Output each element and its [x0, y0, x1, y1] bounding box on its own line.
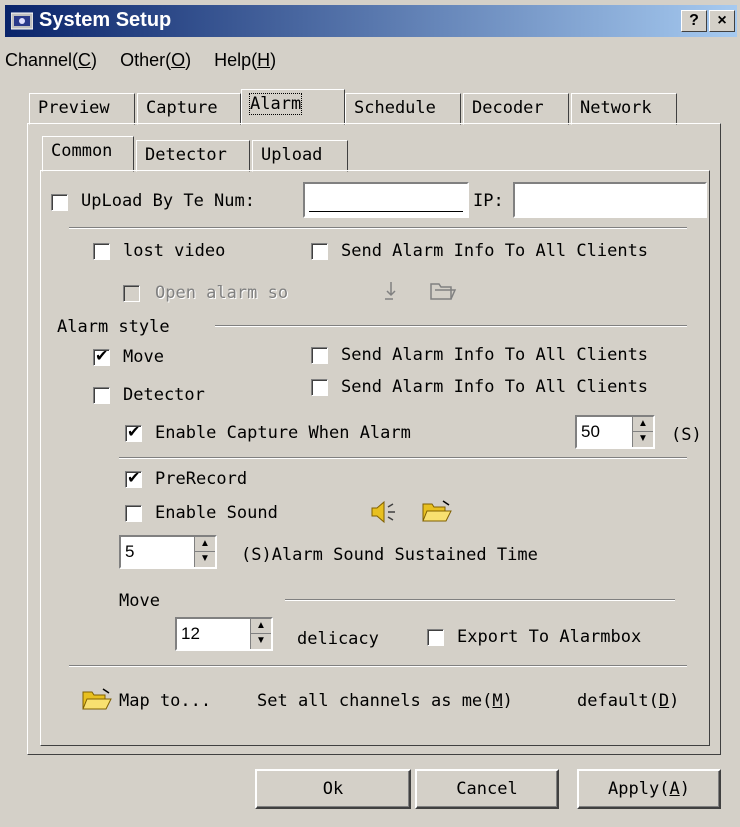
- capture-seconds-spinner[interactable]: 50 ▲ ▼: [575, 415, 655, 449]
- open-alarm-sound-checkbox[interactable]: [123, 285, 140, 302]
- map-folder-icon[interactable]: [81, 687, 113, 713]
- spin-down-icon[interactable]: ▼: [251, 634, 271, 648]
- move-label: Move: [123, 347, 164, 367]
- ip-label: IP:: [473, 191, 504, 211]
- prerecord-label: PreRecord: [155, 469, 248, 489]
- alarm-style-line: [215, 325, 687, 327]
- tab-preview[interactable]: Preview: [29, 93, 135, 125]
- tab-schedule[interactable]: Schedule: [345, 93, 461, 125]
- folder-disabled-icon[interactable]: [429, 280, 457, 302]
- upload-label: UpLoad By Te Num:: [81, 191, 255, 211]
- move-line: [285, 599, 675, 601]
- open-alarm-sound-label: Open alarm so: [155, 283, 289, 303]
- move-checkbox[interactable]: ✔: [93, 346, 110, 366]
- map-to-link[interactable]: Map to...: [119, 691, 211, 711]
- separator: [69, 665, 687, 667]
- enable-capture-label: Enable Capture When Alarm: [155, 423, 411, 443]
- detector-send-all-label: Send Alarm Info To All Clients: [341, 377, 649, 397]
- tab-network[interactable]: Network: [571, 93, 677, 125]
- menu-bar: Channel(C) Other(O) Help(H): [5, 50, 294, 71]
- help-button[interactable]: ?: [681, 10, 707, 32]
- delicacy-spinner[interactable]: 12 ▲ ▼: [175, 617, 273, 651]
- move-send-all-checkbox[interactable]: [311, 347, 328, 364]
- lost-video-label: lost video: [123, 241, 226, 261]
- set-all-channels-link[interactable]: Set all channels as me(M): [257, 691, 513, 711]
- speaker-icon[interactable]: [369, 499, 399, 525]
- detector-label: Detector: [123, 385, 205, 405]
- speaker-disabled-icon[interactable]: [379, 279, 403, 303]
- window-title: System Setup: [39, 9, 172, 31]
- app-icon: [11, 12, 33, 30]
- spin-down-icon[interactable]: ▼: [195, 552, 215, 566]
- enable-capture-checkbox[interactable]: ✔: [125, 422, 142, 442]
- sound-time-spinner[interactable]: 5 ▲ ▼: [119, 535, 217, 569]
- spin-up-icon[interactable]: ▲: [195, 537, 215, 552]
- menu-channel[interactable]: Channel(C): [5, 50, 97, 70]
- default-link[interactable]: default(D): [577, 691, 679, 711]
- tab-decoder[interactable]: Decoder: [463, 93, 569, 125]
- tab-alarm[interactable]: Alarm: [241, 89, 345, 125]
- separator: [119, 457, 687, 459]
- spin-down-icon[interactable]: ▼: [633, 432, 653, 446]
- close-button[interactable]: ×: [709, 10, 735, 32]
- upload-checkbox[interactable]: [51, 194, 68, 211]
- menu-help[interactable]: Help(H): [214, 50, 276, 70]
- subtab-upload[interactable]: Upload: [252, 140, 348, 172]
- sound-time-label: (S)Alarm Sound Sustained Time: [241, 545, 538, 565]
- menu-other[interactable]: Other(O): [120, 50, 191, 70]
- folder-open-icon[interactable]: [421, 499, 453, 525]
- ok-button[interactable]: Ok: [255, 769, 411, 809]
- detector-checkbox[interactable]: [93, 387, 110, 404]
- cancel-button[interactable]: Cancel: [415, 769, 559, 809]
- move-heading: Move: [119, 591, 160, 611]
- capture-unit: (S): [671, 425, 702, 445]
- subtab-detector[interactable]: Detector: [136, 140, 250, 172]
- ip-input[interactable]: [513, 182, 707, 218]
- lost-video-send-all-checkbox[interactable]: [311, 243, 328, 260]
- export-alarmbox-label: Export To Alarmbox: [457, 627, 642, 647]
- prerecord-checkbox[interactable]: ✔: [125, 468, 142, 488]
- spin-up-icon[interactable]: ▲: [251, 619, 271, 634]
- export-alarmbox-checkbox[interactable]: [427, 629, 444, 646]
- apply-button[interactable]: Apply(A): [577, 769, 721, 809]
- title-bar[interactable]: System Setup ? ×: [5, 5, 737, 37]
- system-setup-window: System Setup ? × Channel(C) Other(O) Hel…: [0, 0, 740, 827]
- enable-sound-label: Enable Sound: [155, 503, 278, 523]
- enable-sound-checkbox[interactable]: [125, 505, 142, 522]
- te-num-input[interactable]: [303, 182, 469, 218]
- spin-up-icon[interactable]: ▲: [633, 417, 653, 432]
- lost-video-checkbox[interactable]: [93, 243, 110, 260]
- detector-send-all-checkbox[interactable]: [311, 379, 328, 396]
- delicacy-label: delicacy: [297, 629, 379, 649]
- move-send-all-label: Send Alarm Info To All Clients: [341, 345, 649, 365]
- alarm-style-heading: Alarm style: [57, 317, 170, 337]
- lost-video-send-all-label: Send Alarm Info To All Clients: [341, 241, 649, 261]
- subtab-common[interactable]: Common: [42, 136, 134, 172]
- separator: [69, 227, 687, 229]
- tab-capture[interactable]: Capture: [137, 93, 241, 125]
